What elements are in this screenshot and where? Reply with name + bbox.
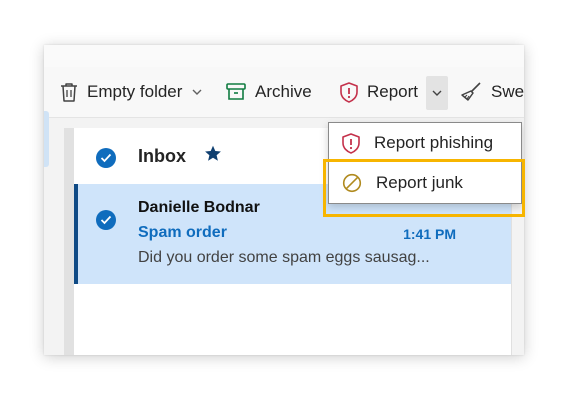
email-time: 1:41 PM (403, 226, 456, 242)
archive-label: Archive (255, 82, 312, 101)
selection-indicator (74, 184, 78, 284)
report-button[interactable]: Report (340, 67, 418, 117)
sweep-label: Swee (491, 82, 524, 101)
checkmark-icon (100, 215, 112, 225)
report-junk-item[interactable]: Report junk (329, 163, 521, 203)
archive-button[interactable]: Archive (226, 67, 312, 117)
email-preview: Did you order some spam eggs sausag... (138, 249, 430, 266)
broom-icon (461, 82, 481, 101)
archive-icon (226, 83, 246, 100)
folder-title: Inbox (138, 146, 186, 166)
sweep-button[interactable]: Swee (460, 67, 524, 117)
block-icon (342, 173, 362, 193)
empty-folder-button[interactable]: Empty folder (60, 67, 202, 117)
email-subject: Spam order (138, 224, 227, 241)
select-all-checkbox[interactable] (96, 148, 116, 168)
nav-selection-accent (44, 111, 49, 167)
trash-icon (61, 83, 77, 102)
folder-pane-scrollbar[interactable] (64, 128, 74, 355)
report-junk-label: Report junk (376, 173, 463, 192)
chevron-down-icon (432, 90, 442, 96)
command-toolbar: Empty folder Archive Report Swe (44, 67, 524, 118)
empty-folder-label: Empty folder (87, 82, 183, 101)
report-phishing-label: Report phishing (374, 133, 494, 152)
report-dropdown-button[interactable] (426, 76, 448, 110)
report-label: Report (367, 82, 419, 101)
report-menu: Report phishing Report junk (328, 122, 522, 204)
window-top-strip (44, 45, 524, 67)
report-phishing-item[interactable]: Report phishing (329, 123, 521, 163)
email-sender: Danielle Bodnar (138, 199, 260, 216)
row-checkbox[interactable] (96, 210, 116, 230)
checkmark-icon (100, 153, 112, 163)
star-icon[interactable] (204, 145, 222, 162)
chevron-down-icon[interactable] (192, 89, 202, 95)
shield-alert-icon (342, 132, 360, 154)
shield-alert-icon (340, 81, 358, 103)
mail-window: Empty folder Archive Report Swe Inbox Da… (44, 45, 524, 355)
